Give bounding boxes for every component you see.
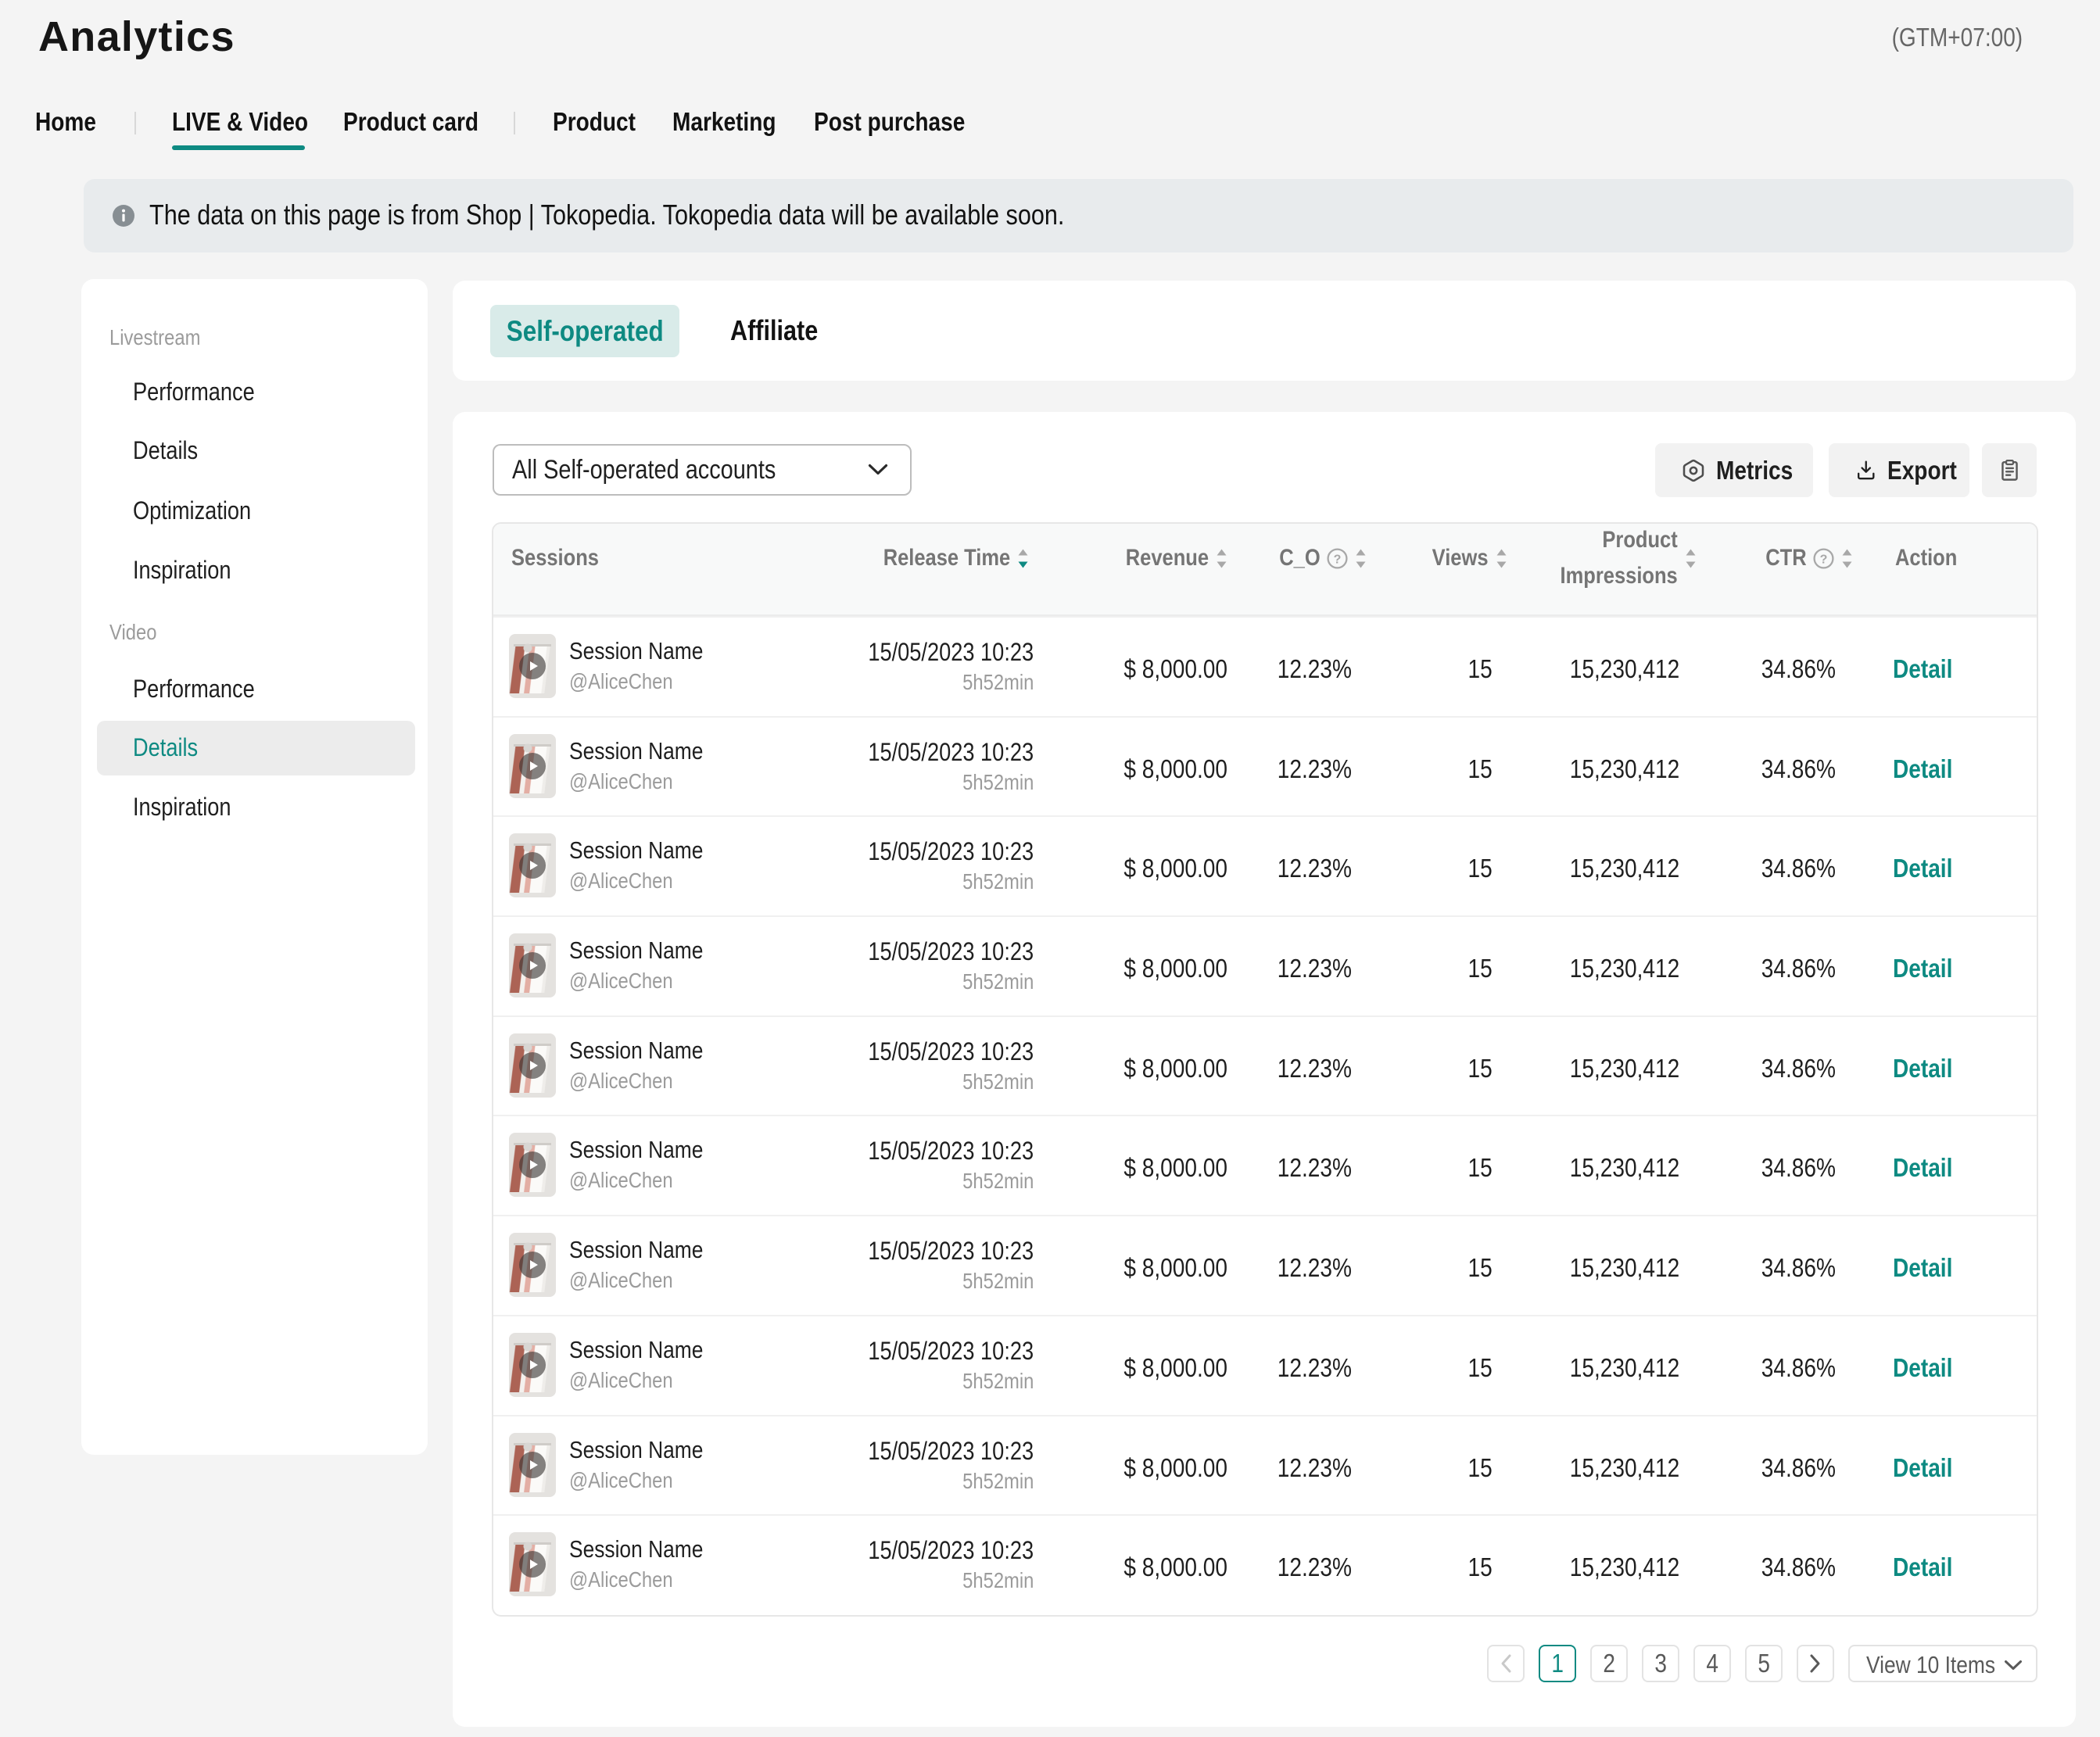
svg-text:?: ? <box>1820 553 1828 566</box>
svg-text:?: ? <box>1334 553 1342 566</box>
